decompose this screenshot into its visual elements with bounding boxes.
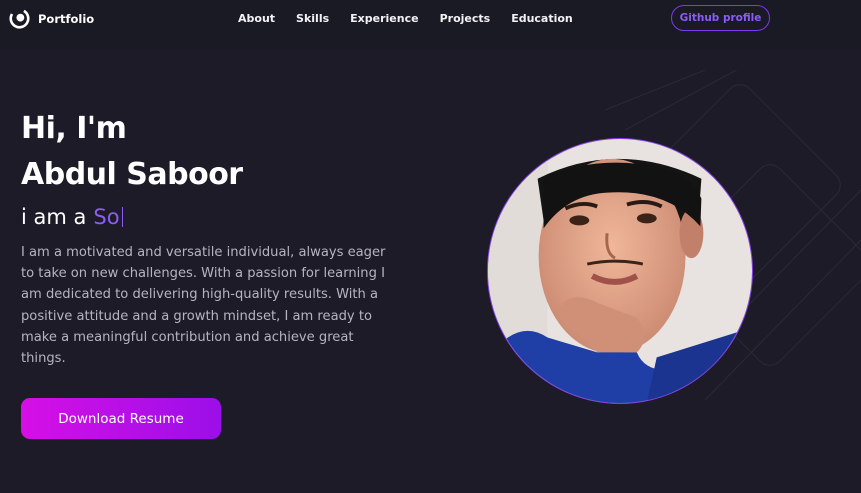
profile-photo-icon bbox=[488, 139, 752, 403]
navbar: Portfolio About Skills Experience Projec… bbox=[0, 0, 861, 50]
typing-role: So bbox=[93, 205, 120, 229]
typing-prefix: i am a bbox=[21, 205, 87, 229]
hero-greeting: Hi, I'm bbox=[21, 111, 127, 146]
nav-links: About Skills Experience Projects Educati… bbox=[238, 12, 594, 25]
hero-title: Hi, I'm Abdul Saboor bbox=[21, 106, 243, 198]
nav-education[interactable]: Education bbox=[511, 12, 573, 25]
nav-about[interactable]: About bbox=[238, 12, 275, 25]
download-resume-button[interactable]: Download Resume bbox=[21, 398, 221, 439]
typing-caret bbox=[121, 207, 124, 227]
bio-paragraph: I am a motivated and versatile individua… bbox=[21, 245, 386, 367]
nav-projects[interactable]: Projects bbox=[440, 12, 491, 25]
github-profile-button[interactable]: Github profile bbox=[671, 5, 770, 31]
logo[interactable]: Portfolio bbox=[9, 8, 94, 29]
logo-text: Portfolio bbox=[38, 11, 95, 26]
nav-experience[interactable]: Experience bbox=[350, 12, 418, 25]
nav-skills[interactable]: Skills bbox=[296, 12, 329, 25]
portfolio-logo-icon bbox=[9, 8, 30, 29]
typing-text: i am a So bbox=[21, 205, 124, 229]
profile-photo bbox=[487, 138, 753, 404]
hero-name: Abdul Saboor bbox=[21, 157, 243, 192]
